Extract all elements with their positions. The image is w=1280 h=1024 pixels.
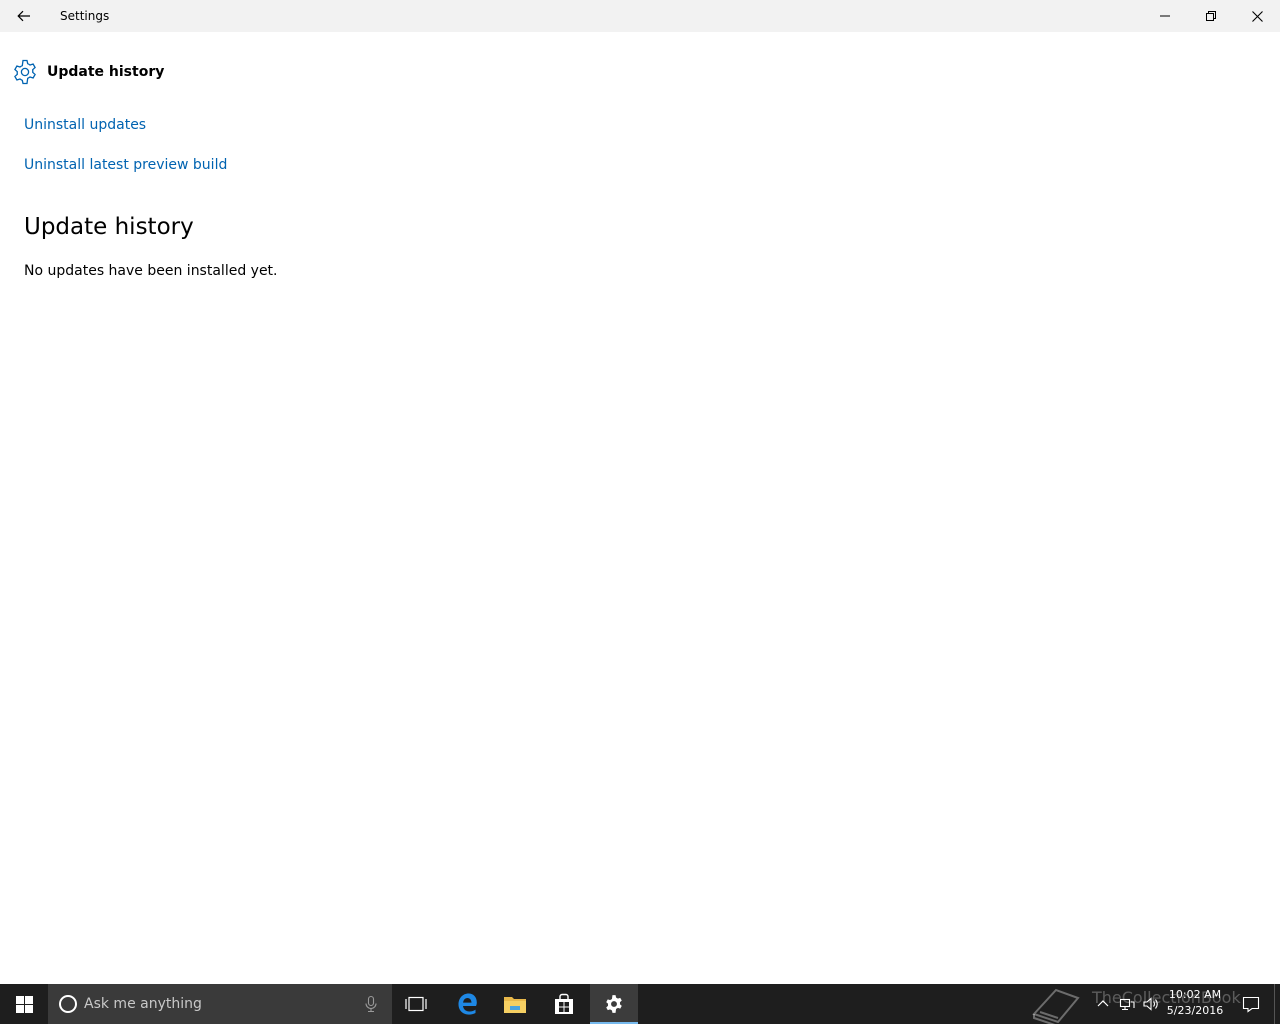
search-placeholder: Ask me anything bbox=[84, 996, 202, 1012]
restore-icon bbox=[1206, 11, 1216, 21]
settings-window: Settings Update history Uninstall update… bbox=[0, 0, 1280, 984]
task-view-button[interactable] bbox=[392, 984, 440, 1024]
title-bar: Settings bbox=[0, 0, 1280, 32]
clock-time: 10:02 AM bbox=[1168, 988, 1222, 1001]
microphone-icon[interactable] bbox=[362, 995, 380, 1013]
close-icon bbox=[1251, 10, 1263, 22]
file-explorer-button[interactable] bbox=[491, 984, 539, 1024]
search-box[interactable]: Ask me anything bbox=[48, 984, 392, 1024]
book-logo-icon bbox=[1032, 988, 1080, 1024]
restore-button[interactable] bbox=[1188, 0, 1234, 32]
back-button[interactable] bbox=[0, 0, 48, 32]
window-title: Settings bbox=[60, 9, 110, 23]
action-center-icon[interactable] bbox=[1241, 994, 1261, 1014]
file-explorer-icon bbox=[504, 997, 526, 1013]
store-icon bbox=[555, 993, 573, 1014]
edge-button[interactable] bbox=[443, 984, 491, 1024]
minimize-icon bbox=[1160, 15, 1170, 17]
back-arrow-icon bbox=[17, 10, 30, 22]
uninstall-updates-link[interactable]: Uninstall updates bbox=[24, 117, 146, 133]
cortana-icon bbox=[59, 995, 77, 1013]
uninstall-preview-build-link[interactable]: Uninstall latest preview build bbox=[24, 157, 227, 173]
close-button[interactable] bbox=[1234, 0, 1280, 32]
chevron-up-icon[interactable] bbox=[1094, 995, 1112, 1013]
empty-history-message: No updates have been installed yet. bbox=[24, 263, 278, 279]
page-header: Update history bbox=[12, 58, 164, 86]
section-title: Update history bbox=[24, 214, 194, 240]
gear-icon bbox=[14, 59, 36, 85]
page-title: Update history bbox=[47, 64, 165, 80]
clock-date: 5/23/2016 bbox=[1166, 1004, 1224, 1017]
settings-taskbar-button[interactable] bbox=[590, 984, 638, 1024]
taskbar: Ask me anything TheCollectionBook 10:02 … bbox=[0, 984, 1280, 1024]
settings-icon bbox=[606, 995, 622, 1013]
network-icon[interactable] bbox=[1118, 995, 1136, 1013]
windows-logo-icon bbox=[15, 995, 33, 1013]
clock[interactable]: 10:02 AM 5/23/2016 bbox=[1162, 987, 1228, 1019]
minimize-button[interactable] bbox=[1142, 0, 1188, 32]
store-button[interactable] bbox=[540, 984, 588, 1024]
volume-icon[interactable] bbox=[1142, 995, 1160, 1013]
task-view-icon bbox=[405, 996, 427, 1012]
edge-icon bbox=[458, 993, 477, 1015]
start-button[interactable] bbox=[0, 984, 48, 1024]
show-desktop-button[interactable] bbox=[1274, 984, 1275, 1024]
